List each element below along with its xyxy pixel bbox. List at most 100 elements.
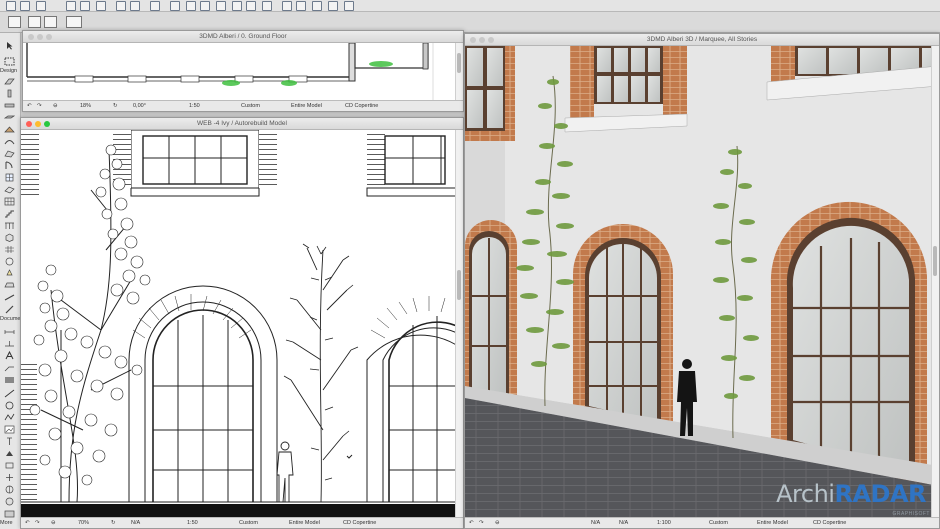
column-2-tool-icon[interactable] [4,305,15,314]
elevation-scale-value[interactable]: 1:50 [187,518,198,528]
shell-tool-icon[interactable] [4,137,15,146]
beam-2-tool-icon[interactable] [4,293,15,302]
polyline-tool-icon[interactable] [4,413,15,422]
plan-angle-value[interactable]: 0,00° [133,101,146,111]
toolbar-tool-icon[interactable] [6,1,16,11]
toolbar-tool-icon[interactable] [246,1,256,11]
detail-tool-icon[interactable] [4,485,15,494]
zone-tool-icon[interactable] [4,257,15,266]
label-tool-icon[interactable] [4,363,15,372]
column-tool-icon[interactable] [4,89,15,98]
interior-elevation-icon[interactable] [4,461,15,470]
elevation-zoom-value[interactable]: 70% [78,518,89,528]
arrow-tool-icon[interactable] [8,16,21,28]
plan-structure-display[interactable]: Entire Model [291,101,322,111]
curtain-wall-icon[interactable] [4,197,15,206]
3d-pen-set[interactable]: CD Copertine [813,518,846,528]
zoom-icon[interactable] [488,37,494,43]
toolbar-tool-icon[interactable] [216,1,226,11]
toolbar-tool-icon[interactable] [96,1,106,11]
marquee-tool-icon[interactable] [28,16,41,28]
toolbar-tool-icon[interactable] [36,1,46,11]
level-dimension-icon[interactable] [4,339,15,348]
3d-layer-combination[interactable]: Custom [709,518,728,528]
toolbar-tool-icon[interactable] [150,1,160,11]
elevation-vertical-scrollbar[interactable] [455,130,463,518]
line-tool-icon[interactable] [4,389,15,398]
marquee-icon[interactable] [4,57,15,66]
redo-icon[interactable]: ↷ [35,518,40,528]
toolbar-tool-icon[interactable] [80,1,90,11]
3d-angle-value[interactable]: N/A [619,518,628,528]
minimize-icon[interactable] [479,37,485,43]
toolbar-tool-icon[interactable] [232,1,242,11]
redo-icon[interactable]: ↷ [479,518,484,528]
elevation-pen-set[interactable]: CD Copertine [343,518,376,528]
change-tool-icon[interactable] [4,497,15,506]
toolbar-tool-icon[interactable] [262,1,272,11]
toolbar-tool-icon[interactable] [296,1,306,11]
toolbar-tool-icon[interactable] [170,1,180,11]
3d-scale-value[interactable]: 1:100 [657,518,671,528]
skylight-tool-icon[interactable] [4,185,15,194]
3d-canvas[interactable] [465,46,939,518]
orientation-icon[interactable]: ↻ [113,101,118,111]
elevation-angle-value[interactable]: N/A [131,518,140,528]
plan-pen-set[interactable]: CD Copertine [345,101,378,111]
marquee-option-icon[interactable] [66,16,82,28]
grid-tool-icon[interactable] [4,245,15,254]
arrow-icon[interactable] [4,41,15,50]
toolbar-tool-icon[interactable] [116,1,126,11]
elevation-structure-display[interactable]: Entire Model [289,518,320,528]
lamp-tool-icon[interactable] [4,269,15,278]
3d-zoom-value[interactable]: N/A [591,518,600,528]
fill-tool-icon[interactable] [4,375,15,384]
elevation-layer-combination[interactable]: Custom [239,518,258,528]
minimize-icon[interactable] [35,121,41,127]
plan-scale-value[interactable]: 1:50 [189,101,200,111]
camera-tool-icon[interactable] [4,509,15,518]
toolbar-tool-icon[interactable] [66,1,76,11]
plan-vertical-scrollbar[interactable] [455,43,463,100]
stair-tool-icon[interactable] [4,209,15,218]
zoom-out-icon[interactable]: ⊖ [495,518,500,528]
worksheet-tool-icon[interactable] [4,473,15,482]
toolbar-tool-icon[interactable] [200,1,210,11]
text-tool-icon[interactable] [4,351,15,360]
toolbar-tool-icon[interactable] [328,1,338,11]
redo-icon[interactable]: ↷ [37,101,42,111]
toolbar-tool-icon[interactable] [186,1,196,11]
plan-zoom-value[interactable]: 18% [80,101,91,111]
section-tool-icon[interactable] [4,437,15,446]
elevation-canvas[interactable] [21,130,461,518]
toolbar-tool-icon[interactable] [20,1,30,11]
toolbar-tool-icon[interactable] [312,1,322,11]
arc-tool-icon[interactable] [4,401,15,410]
door-tool-icon[interactable] [4,161,15,170]
object-tool-icon[interactable] [4,233,15,242]
drawing-tool-icon[interactable] [4,425,15,434]
toolbar-tool-icon[interactable] [130,1,140,11]
railing-tool-icon[interactable] [4,221,15,230]
close-icon[interactable] [28,34,34,40]
plan-layer-combination[interactable]: Custom [241,101,260,111]
close-icon[interactable] [26,121,32,127]
beam-tool-icon[interactable] [4,101,15,110]
slab-tool-icon[interactable] [4,113,15,122]
floor-plan-canvas[interactable] [23,43,455,100]
orientation-icon[interactable]: ↻ [111,518,116,528]
zoom-out-icon[interactable]: ⊖ [53,101,58,111]
selection-box-icon[interactable] [44,16,57,28]
window-tool-icon[interactable] [4,173,15,182]
toolbar-tool-icon[interactable] [344,1,354,11]
elevation-tool-icon[interactable] [4,449,15,458]
toolbar-tool-icon[interactable] [282,1,292,11]
zoom-out-icon[interactable]: ⊖ [51,518,56,528]
zoom-icon[interactable] [46,34,52,40]
3d-vertical-scrollbar[interactable] [931,46,939,518]
mesh-tool-icon[interactable] [4,149,15,158]
wall-tool-icon[interactable] [4,77,15,86]
undo-icon[interactable]: ↶ [25,518,30,528]
undo-icon[interactable]: ↶ [27,101,32,111]
undo-icon[interactable]: ↶ [469,518,474,528]
